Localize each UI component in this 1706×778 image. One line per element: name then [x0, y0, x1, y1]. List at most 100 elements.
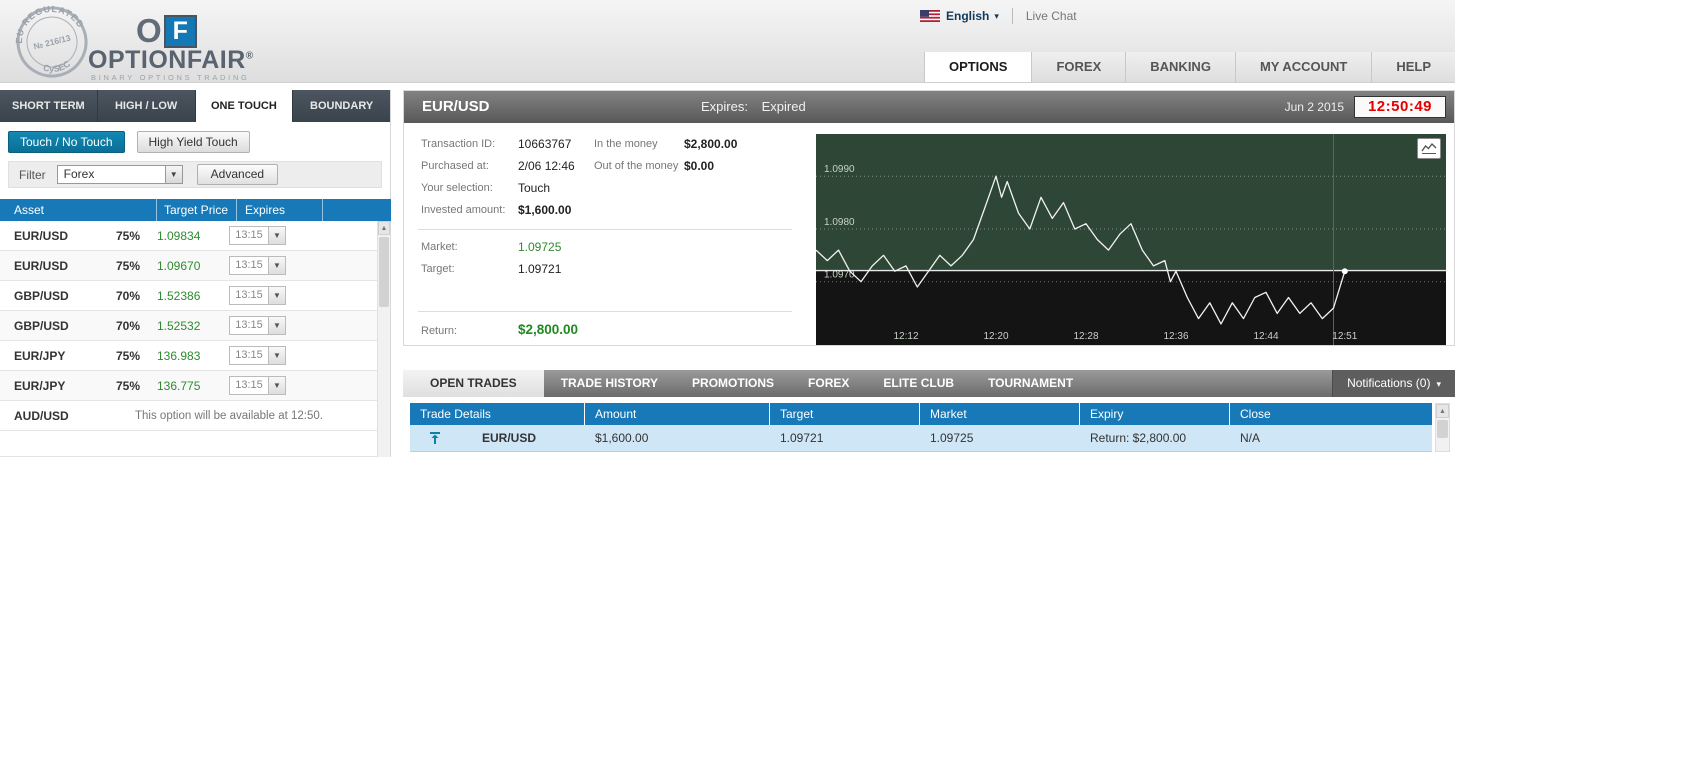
advanced-button[interactable]: Advanced: [196, 164, 279, 185]
nav-tab-banking[interactable]: BANKING: [1125, 52, 1235, 82]
tab-open-trades[interactable]: OPEN TRADES: [403, 370, 544, 397]
touch-up-icon: [430, 432, 440, 444]
brand-tagline: BINARY OPTIONS TRADING: [91, 73, 250, 82]
purchased-at-value: 2/06 12:46: [518, 159, 575, 173]
asset-name: EUR/USD: [14, 258, 69, 273]
price-chart-svg: 1.09901.09801.097012:12 12:20 12:28 12:36 12…: [815, 134, 1446, 345]
expires-value: 13:15: [230, 287, 268, 304]
optionfair-app: EU REGULATED CySEC № 216/13 O F OPTIONFA…: [0, 0, 1706, 778]
asset-row[interactable]: GBP/USD 70% 1.52386 13:15 ▼: [0, 281, 378, 311]
us-flag-icon: [920, 10, 940, 22]
target-value: 1.09721: [518, 262, 562, 276]
expires-dropdown[interactable]: 13:15 ▼: [229, 316, 286, 335]
filter-select[interactable]: Forex ▼: [56, 165, 183, 184]
scrollbar-thumb[interactable]: [379, 237, 389, 307]
notifications-dropdown[interactable]: Notifications (0) ▾: [1332, 370, 1455, 397]
filter-label: Filter: [19, 167, 46, 182]
live-chat-link[interactable]: Live Chat: [1026, 9, 1077, 23]
brand-logo: EU REGULATED CySEC № 216/13 O F OPTIONFA…: [10, 2, 310, 82]
trade-asset: EUR/USD: [482, 431, 537, 445]
current-date: Jun 2 2015: [1284, 100, 1344, 114]
scroll-up-icon[interactable]: ▲: [378, 221, 390, 235]
nav-tab-help[interactable]: HELP: [1371, 52, 1455, 82]
open-trade-row[interactable]: EUR/USD $1,600.00 1.09721 1.09725 Return…: [410, 425, 1432, 452]
market-value: 1.09725: [518, 240, 562, 254]
return-label: Return:: [421, 325, 458, 337]
selection-label: Your selection:: [421, 182, 493, 194]
return-value: $2,800.00: [518, 322, 579, 337]
expires-dropdown[interactable]: 13:15 ▼: [229, 286, 286, 305]
chart-type-button[interactable]: [1417, 138, 1441, 159]
trade-pair-title: EUR/USD: [422, 98, 490, 115]
in-money-value: $2,800.00: [684, 137, 738, 151]
tab-tournament[interactable]: TOURNAMENT: [971, 370, 1090, 397]
expires-dropdown[interactable]: 13:15 ▼: [229, 226, 286, 245]
dropdown-arrow-icon[interactable]: ▼: [268, 377, 285, 394]
asset-target-price: 1.09670: [157, 258, 201, 273]
expires-dropdown[interactable]: 13:15 ▼: [229, 376, 286, 395]
tab-one-touch[interactable]: ONE TOUCH: [195, 90, 294, 122]
expires-dropdown[interactable]: 13:15 ▼: [229, 346, 286, 365]
dropdown-arrow-icon[interactable]: ▼: [268, 287, 285, 304]
trade-expiry: Return: $2,800.00: [1090, 431, 1187, 445]
asset-row[interactable]: EUR/USD 75% 1.09834 13:15 ▼: [0, 221, 378, 251]
asset-row[interactable]: EUR/USD 75% 1.09670 13:15 ▼: [0, 251, 378, 281]
transaction-id-label: Transaction ID:: [421, 138, 496, 150]
expires-value: Expired: [761, 99, 806, 114]
divider: [418, 229, 792, 230]
availability-note: This option will be available at 12:50.: [135, 409, 323, 422]
asset-table-scrollbar[interactable]: ▲: [377, 221, 390, 457]
asset-row[interactable]: EUR/JPY 75% 136.983 13:15 ▼: [0, 341, 378, 371]
expires-label: Expires:: [701, 99, 748, 114]
tab-promotions[interactable]: PROMOTIONS: [675, 370, 791, 397]
scrollbar-thumb[interactable]: [1437, 420, 1448, 438]
dropdown-arrow-icon[interactable]: ▼: [268, 317, 285, 334]
column-header-target-price: Target Price: [157, 199, 237, 221]
asset-name: GBP/USD: [14, 318, 69, 333]
tab-forex[interactable]: FOREX: [791, 370, 866, 397]
column-header-expiry: Expiry: [1080, 403, 1230, 425]
market-label: Market:: [421, 241, 458, 253]
asset-name: EUR/JPY: [14, 348, 66, 363]
language-selector[interactable]: English: [946, 9, 989, 23]
tab-trade-history[interactable]: TRADE HISTORY: [544, 370, 675, 397]
touch-no-touch-button[interactable]: Touch / No Touch: [8, 131, 125, 153]
column-header-market: Market: [920, 403, 1080, 425]
high-yield-touch-button[interactable]: High Yield Touch: [136, 131, 250, 153]
asset-table-header: Asset Target Price Expires: [0, 199, 391, 221]
asset-row[interactable]: GBP/USD 70% 1.52532 13:15 ▼: [0, 311, 378, 341]
asset-table-body: EUR/USD 75% 1.09834 13:15 ▼ EUR/USD 75% 1.09670…: [0, 221, 378, 431]
expires-value: 13:15: [230, 257, 268, 274]
current-time-display: 12:50:49: [1354, 96, 1446, 118]
tab-high-low[interactable]: HIGH / LOW: [98, 90, 196, 122]
svg-text:1.0980: 1.0980: [824, 217, 855, 228]
nav-tab-my-account[interactable]: MY ACCOUNT: [1234, 52, 1372, 82]
dropdown-arrow-icon[interactable]: ▼: [268, 347, 285, 364]
asset-payout: 75%: [115, 258, 140, 273]
expires-dropdown[interactable]: 13:15 ▼: [229, 256, 286, 275]
language-caret-icon[interactable]: ▾: [994, 11, 999, 22]
trade-target: 1.09721: [780, 431, 824, 445]
asset-target-price: 1.09834: [157, 228, 201, 243]
tab-elite-club[interactable]: ELITE CLUB: [866, 370, 971, 397]
column-header-expires: Expires: [237, 199, 323, 221]
asset-row[interactable]: EUR/JPY 75% 136.775 13:15 ▼: [0, 371, 378, 401]
divider: [1011, 8, 1013, 24]
trade-market: 1.09725: [930, 431, 974, 445]
transaction-id-value: 10663767: [518, 137, 572, 151]
nav-tab-options[interactable]: OPTIONS: [923, 52, 1032, 82]
scroll-up-icon[interactable]: ▲: [1436, 404, 1449, 418]
open-trades-scrollbar[interactable]: ▲: [1435, 403, 1450, 452]
nav-tab-forex[interactable]: FOREX: [1031, 52, 1126, 82]
tab-boundary[interactable]: BOUNDARY: [293, 90, 390, 122]
dropdown-arrow-icon[interactable]: ▼: [268, 257, 285, 274]
filter-bar: Filter Forex ▼ Advanced: [8, 161, 382, 188]
language-bar: English ▾ Live Chat: [920, 7, 1077, 25]
svg-text:12:36: 12:36: [1163, 331, 1188, 342]
dropdown-arrow-icon[interactable]: ▼: [164, 166, 182, 183]
tab-short-term[interactable]: SHORT TERM: [0, 90, 98, 122]
column-header-trade-details: Trade Details: [410, 403, 585, 425]
column-header-close: Close: [1240, 407, 1271, 421]
dropdown-arrow-icon[interactable]: ▼: [268, 227, 285, 244]
expires-status: Expires: Expired: [701, 99, 806, 114]
